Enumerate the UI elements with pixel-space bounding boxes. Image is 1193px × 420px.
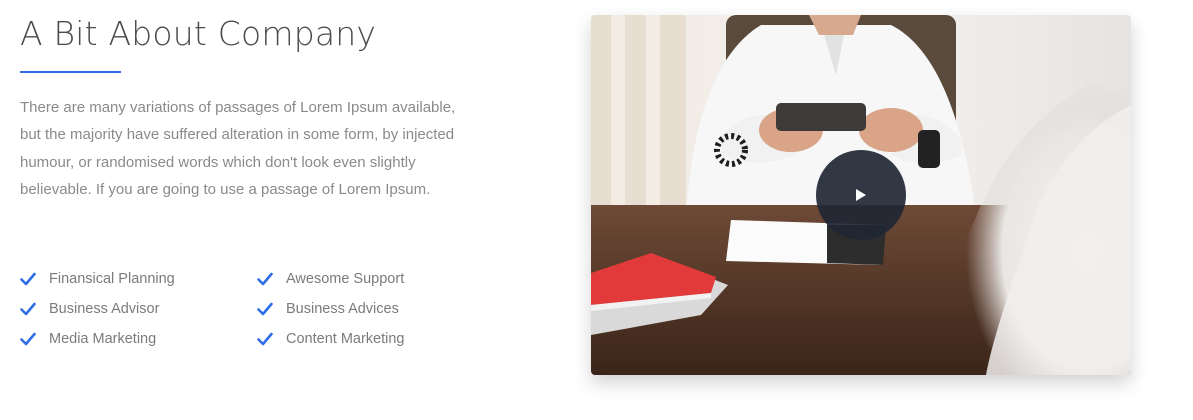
feature-item: Content Marketing — [257, 324, 477, 354]
check-icon — [20, 332, 36, 346]
check-icon — [257, 332, 273, 346]
feature-label: Content Marketing — [286, 331, 405, 347]
feature-label: Awesome Support — [286, 271, 405, 287]
section-title: A Bit About Company — [20, 14, 377, 53]
feature-item: Business Advisor — [20, 294, 257, 324]
feature-label: Business Advices — [286, 301, 399, 317]
feature-item: Awesome Support — [257, 264, 477, 294]
about-description: There are many variations of passages of… — [20, 99, 456, 198]
about-company-section: A Bit About Company There are many varia… — [0, 0, 1193, 420]
play-icon — [856, 189, 866, 201]
title-underline — [20, 71, 121, 73]
feature-label: Media Marketing — [49, 331, 157, 347]
feature-item: Business Advices — [257, 294, 477, 324]
feature-item: Finansical Planning — [20, 264, 257, 294]
feature-label: Finansical Planning — [49, 271, 175, 287]
check-icon — [257, 302, 273, 316]
check-icon — [20, 302, 36, 316]
check-icon — [257, 272, 273, 286]
video-thumbnail[interactable] — [591, 15, 1131, 375]
feature-item: Media Marketing — [20, 324, 257, 354]
check-icon — [20, 272, 36, 286]
play-button[interactable] — [816, 150, 906, 240]
feature-label: Business Advisor — [49, 301, 160, 317]
feature-list: Finansical Planning Awesome Support Busi… — [20, 264, 480, 354]
